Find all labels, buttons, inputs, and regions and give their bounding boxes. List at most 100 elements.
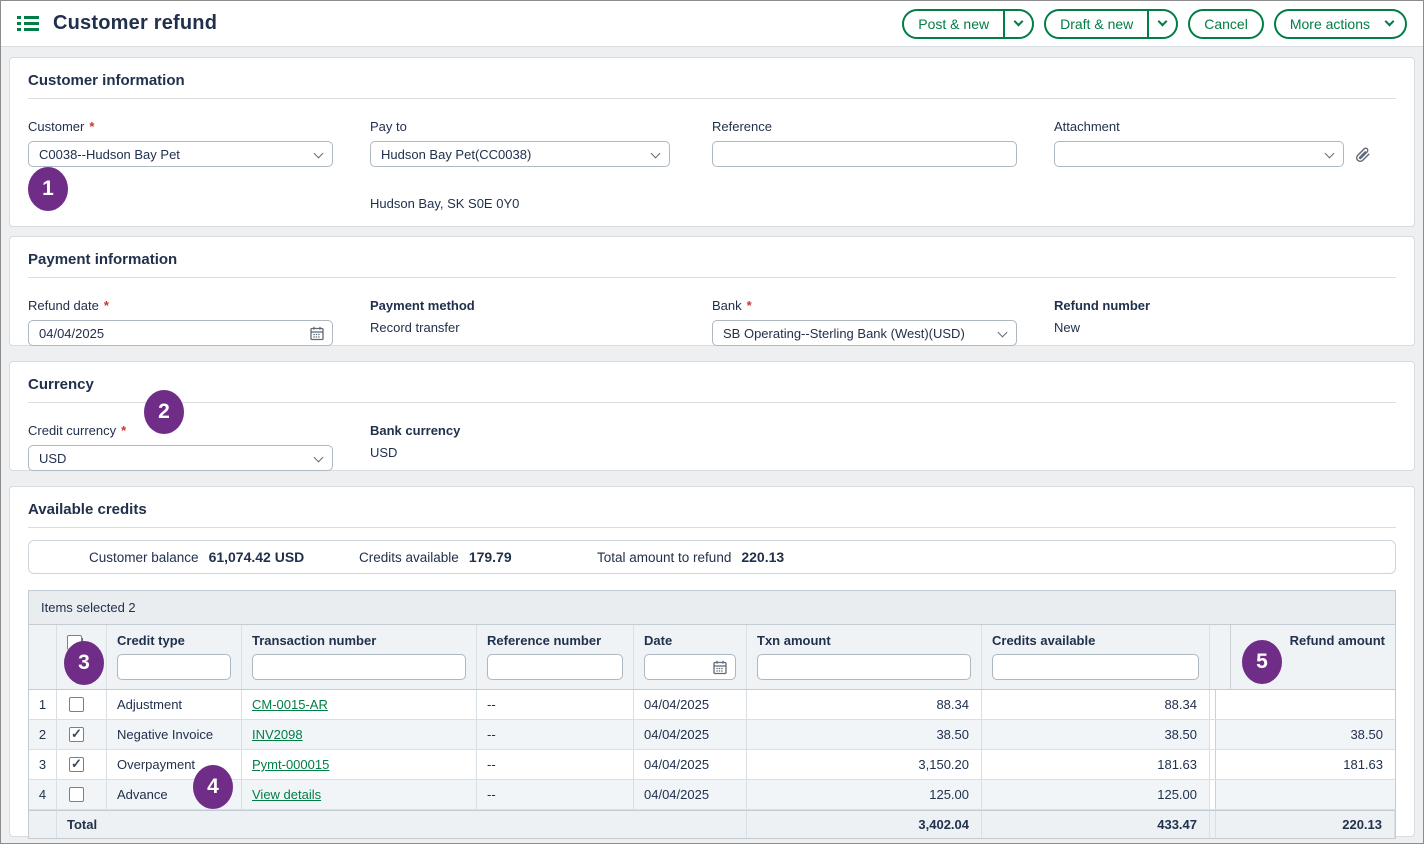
credits-summary-bar: Customer balance 61,074.42 USD Credits a… [28, 540, 1396, 574]
txn-amount-cell: 88.34 [747, 690, 982, 719]
draft-and-new-label[interactable]: Draft & new [1046, 11, 1147, 37]
items-selected-caption: Items selected 2 [29, 591, 1395, 625]
reference-number-filter-input[interactable] [487, 654, 623, 680]
cancel-button[interactable]: Cancel [1188, 9, 1264, 39]
calendar-icon[interactable] [713, 660, 727, 675]
reference-input[interactable] [712, 141, 1017, 167]
credit-type-cell: Adjustment [107, 690, 242, 719]
post-and-new-button[interactable]: Post & new [902, 9, 1034, 39]
refund-date-input[interactable]: 04/04/2025 [28, 320, 333, 346]
payment-method-field-group: Payment method Record transfer [370, 298, 712, 346]
post-and-new-dropdown[interactable] [1005, 11, 1032, 37]
post-and-new-label[interactable]: Post & new [904, 11, 1003, 37]
draft-and-new-dropdown[interactable] [1149, 11, 1176, 37]
transaction-link[interactable]: INV2098 [252, 727, 303, 742]
transaction-link[interactable]: Pymt-000015 [252, 757, 329, 772]
payment-information-title: Payment information [28, 251, 1396, 278]
chevron-down-icon [314, 149, 324, 159]
payment-method-label: Payment method [370, 298, 475, 313]
credit-currency-value: USD [39, 451, 66, 466]
cancel-label[interactable]: Cancel [1190, 11, 1262, 37]
credit-type-filter-input[interactable] [117, 654, 231, 680]
date-cell: 04/04/2025 [634, 720, 747, 749]
date-filter-input[interactable] [644, 654, 736, 680]
row-checkbox[interactable] [69, 697, 84, 712]
total-refund-value: 220.13 [741, 549, 784, 565]
txn-amount-header: Txn amount [747, 625, 982, 689]
paperclip-icon[interactable] [1354, 145, 1371, 164]
bank-currency-field-group: Bank currency USD [370, 423, 712, 471]
customer-label: Customer [28, 119, 94, 134]
callout-badge-5: 5 [1242, 640, 1282, 684]
credit-currency-select[interactable]: USD [28, 445, 333, 471]
reference-number-header-label: Reference number [487, 633, 623, 648]
customer-refund-page: Customer refund Post & new Draft & new C… [0, 0, 1424, 844]
row-number: 3 [29, 750, 57, 779]
date-header-label: Date [644, 633, 736, 648]
row-checkbox[interactable] [69, 727, 84, 742]
table-total-row: Total 3,402.04 433.47 220.13 [29, 810, 1395, 838]
refund-amount-cell[interactable] [1216, 780, 1395, 809]
more-actions-dropdown[interactable] [1384, 11, 1405, 37]
credit-type-header-label: Credit type [117, 633, 231, 648]
transaction-link[interactable]: CM-0015-AR [252, 697, 328, 712]
list-menu-icon[interactable] [17, 15, 39, 32]
refund-date-field-group: Refund date 04/04/2025 [28, 298, 370, 346]
reference-cell: -- [477, 750, 634, 779]
refund-date-value: 04/04/2025 [39, 326, 104, 341]
refund-amount-cell[interactable]: 38.50 [1216, 720, 1395, 749]
transaction-number-header: Transaction number [242, 625, 477, 689]
txn-amount-filter-input[interactable] [757, 654, 971, 680]
pay-to-address: Hudson Bay, SK S0E 0Y0 [370, 196, 712, 211]
more-actions-button[interactable]: More actions [1274, 9, 1407, 39]
credits-available-cell: 38.50 [982, 720, 1210, 749]
chevron-down-icon [998, 328, 1008, 338]
transaction-number-filter-input[interactable] [252, 654, 466, 680]
reference-cell: -- [477, 780, 634, 809]
more-actions-label[interactable]: More actions [1276, 11, 1384, 37]
txn-amount-header-label: Txn amount [757, 633, 971, 648]
credits-available-filter-input[interactable] [992, 654, 1199, 680]
row-checkbox[interactable] [69, 757, 84, 772]
credit-type-cell: Negative Invoice [107, 720, 242, 749]
row-number-header [29, 625, 57, 689]
currency-title: Currency [28, 376, 1396, 403]
date-cell: 04/04/2025 [634, 690, 747, 719]
page-title: Customer refund [53, 12, 217, 35]
available-credits-title: Available credits [28, 501, 1396, 528]
total-refund-amount: 220.13 [1216, 811, 1395, 838]
callout-badge-1: 1 [28, 167, 68, 211]
currency-section: Currency Credit currency USD Bank curren… [9, 361, 1415, 471]
table-header-row: Credit type Transaction number Reference… [29, 625, 1395, 690]
refund-number-label: Refund number [1054, 298, 1150, 313]
pay-to-select[interactable]: Hudson Bay Pet(CC0038) [370, 141, 670, 167]
chevron-down-icon [314, 453, 324, 463]
bank-select-value: SB Operating--Sterling Bank (West)(USD) [723, 326, 965, 341]
draft-and-new-button[interactable]: Draft & new [1044, 9, 1178, 39]
row-number: 2 [29, 720, 57, 749]
total-empty-cell [29, 811, 57, 838]
transaction-number-header-label: Transaction number [252, 633, 466, 648]
refund-amount-cell[interactable] [1216, 690, 1395, 719]
row-checkbox[interactable] [69, 787, 84, 802]
customer-field-group: Customer C0038--Hudson Bay Pet [28, 119, 370, 211]
refund-amount-cell[interactable]: 181.63 [1216, 750, 1395, 779]
credits-table: Items selected 2 Credit type Transaction… [28, 590, 1396, 839]
customer-balance-label: Customer balance [89, 550, 199, 565]
callout-badge-4: 4 [193, 765, 233, 809]
calendar-icon[interactable] [310, 326, 324, 341]
total-credits-available: 433.47 [982, 811, 1210, 838]
table-row: 3 Overpayment Pymt-000015 -- 04/04/2025 … [29, 750, 1395, 780]
credits-available-header-label: Credits available [992, 633, 1199, 648]
total-refund-label: Total amount to refund [597, 550, 731, 565]
attachment-select[interactable] [1054, 141, 1344, 167]
credit-currency-label: Credit currency [28, 423, 126, 438]
reference-number-header: Reference number [477, 625, 634, 689]
view-details-link[interactable]: View details [252, 787, 321, 802]
callout-badge-2: 2 [144, 390, 184, 434]
refund-number-value: New [1054, 320, 1396, 335]
bank-select[interactable]: SB Operating--Sterling Bank (West)(USD) [712, 320, 1017, 346]
refund-date-label: Refund date [28, 298, 109, 313]
total-label: Total [57, 811, 107, 838]
customer-select[interactable]: C0038--Hudson Bay Pet [28, 141, 333, 167]
